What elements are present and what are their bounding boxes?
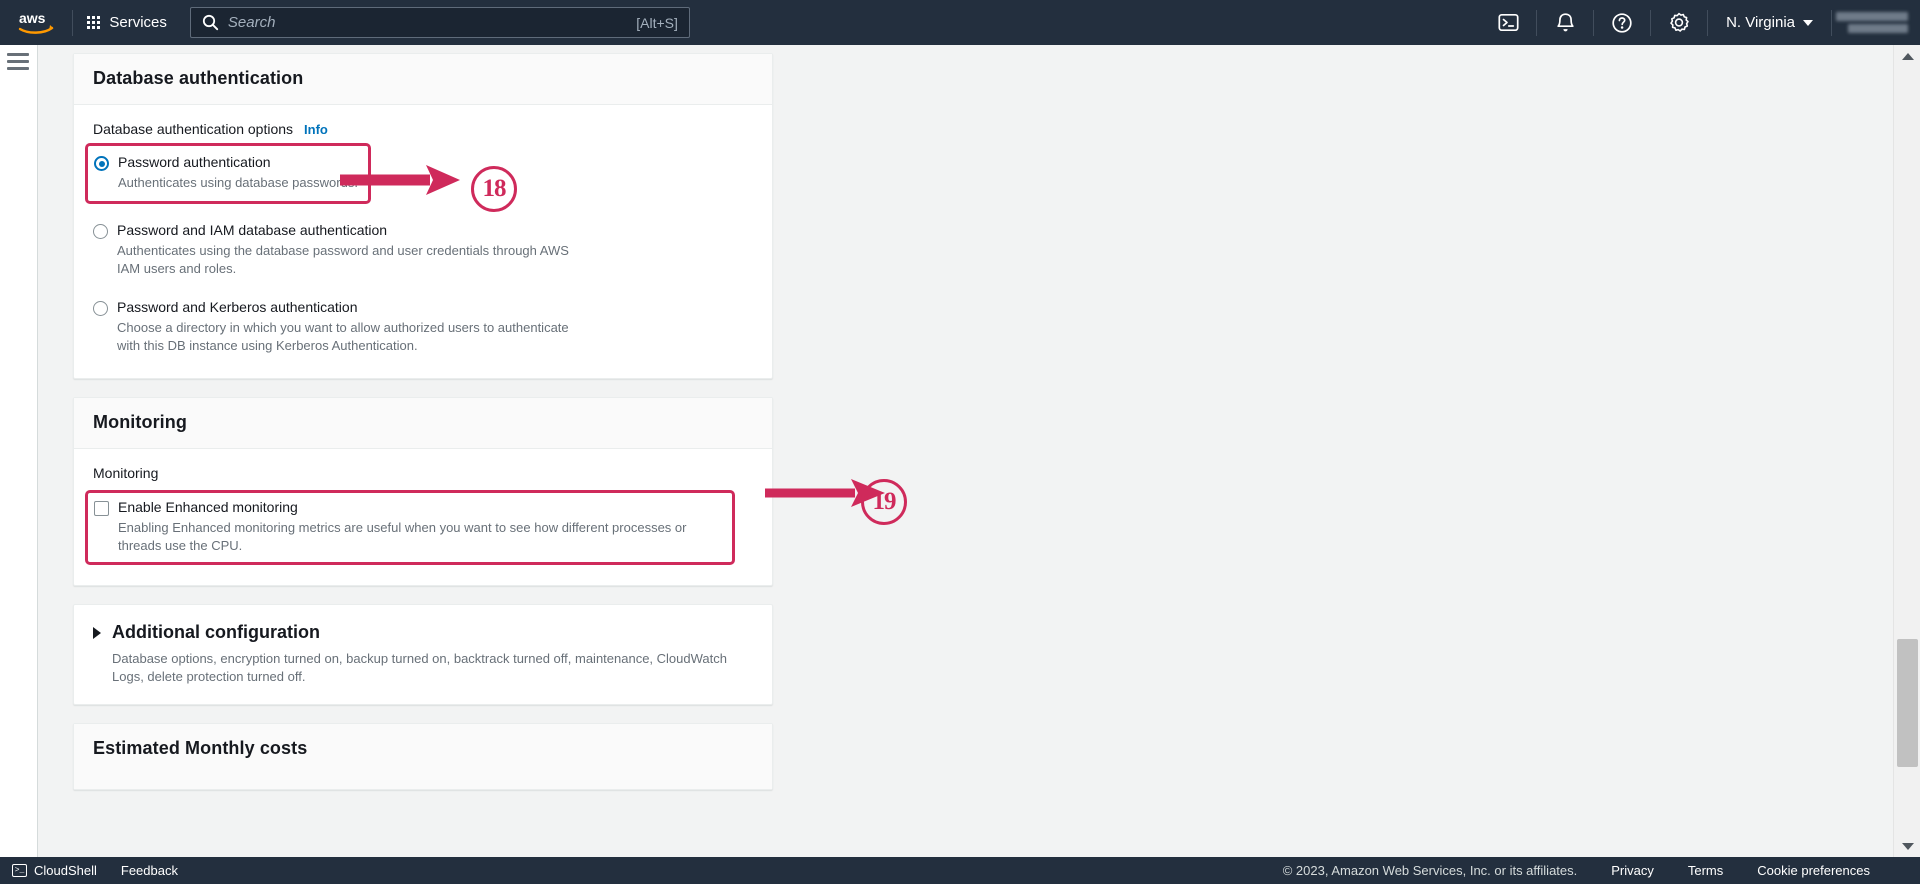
footer-feedback-label: Feedback	[120, 863, 178, 878]
radio-description-password-authentication: Authenticates using database passwords.	[118, 175, 358, 190]
radio-description-password-iam: Authenticates using the database passwor…	[117, 243, 569, 276]
radio-option-password-kerberos[interactable]: Password and Kerberos authentication Cho…	[93, 295, 753, 358]
estimated-monthly-costs-card: Estimated Monthly costs	[73, 723, 773, 790]
footer-link-cookie-preferences[interactable]: Cookie preferences	[1757, 863, 1870, 878]
monitoring-title: Monitoring	[93, 412, 187, 432]
gear-icon	[1670, 12, 1689, 32]
search-shortcut-hint: [Alt+S]	[636, 14, 678, 31]
radio-button[interactable]	[93, 224, 108, 239]
account-menu-button[interactable]	[1832, 0, 1920, 45]
footer-link-privacy[interactable]: Privacy	[1611, 863, 1654, 878]
services-menu-button[interactable]: Services	[73, 0, 181, 45]
database-authentication-title: Database authentication	[93, 68, 304, 88]
monitoring-sub-label: Monitoring	[93, 465, 159, 481]
footer-bar: >_ CloudShell Feedback © 2023, Amazon We…	[0, 857, 1920, 884]
radio-option-password-authentication[interactable]: Password authentication Authenticates us…	[94, 150, 358, 195]
additional-configuration-card[interactable]: Additional configuration Database option…	[73, 604, 773, 705]
chevron-right-icon	[93, 626, 101, 639]
annotation-arrow-19	[765, 479, 885, 507]
footer-copyright: © 2023, Amazon Web Services, Inc. or its…	[1282, 863, 1578, 878]
search-input[interactable]: Search [Alt+S]	[189, 7, 690, 38]
radio-button[interactable]	[93, 301, 108, 316]
aws-logo-icon: aws	[18, 10, 54, 34]
footer-left-group: >_ CloudShell Feedback	[0, 863, 178, 878]
nav-right-group: N. Virginia	[1480, 0, 1920, 45]
search-icon	[202, 14, 219, 31]
card-body: Database authentication options Info Pas…	[74, 105, 772, 378]
scroll-up-button[interactable]	[1894, 45, 1920, 67]
radio-button-selected[interactable]	[94, 156, 109, 171]
card-body: Monitoring Enable Enhanced monitoring En…	[74, 449, 772, 585]
scroll-down-button[interactable]	[1894, 835, 1920, 857]
footer-feedback-button[interactable]: Feedback	[121, 863, 178, 878]
scrollbar-thumb[interactable]	[1897, 639, 1918, 767]
search-placeholder-text: Search	[227, 14, 276, 31]
footer-cloudshell-label: CloudShell	[34, 863, 97, 878]
auth-options-label: Database authentication options	[93, 121, 294, 137]
cloudshell-button[interactable]	[1480, 0, 1536, 45]
radio-label-password-authentication: Password authentication	[118, 154, 271, 170]
additional-configuration-toggle[interactable]: Additional configuration	[93, 622, 753, 643]
additional-configuration-description: Database options, encryption turned on, …	[112, 651, 727, 684]
main-content-scroll-area: Database authentication Database authent…	[38, 45, 1893, 857]
top-navigation-bar: aws Services Search [Alt+S] N. Virginia	[0, 0, 1920, 45]
card-header: Estimated Monthly costs	[74, 724, 772, 789]
card-header: Monitoring	[74, 398, 772, 449]
settings-button[interactable]	[1651, 0, 1707, 45]
cloudshell-icon: >_	[12, 864, 27, 877]
help-icon	[1612, 12, 1632, 33]
radio-label-password-kerberos: Password and Kerberos authentication	[117, 299, 358, 315]
chevron-up-icon	[1901, 52, 1914, 60]
radio-label-password-iam: Password and IAM database authentication	[117, 222, 388, 238]
checkbox-enable-enhanced-monitoring[interactable]: Enable Enhanced monitoring Enabling Enha…	[94, 498, 724, 555]
checkbox-input[interactable]	[94, 501, 109, 516]
cloudshell-icon	[1498, 13, 1519, 32]
checkbox-label-enhanced-monitoring: Enable Enhanced monitoring	[118, 499, 298, 515]
notifications-button[interactable]	[1537, 0, 1593, 45]
aws-logo[interactable]: aws	[0, 0, 72, 45]
sidebar-toggle-button[interactable]	[7, 53, 29, 70]
bell-icon	[1556, 12, 1574, 31]
services-label: Services	[109, 14, 167, 31]
region-label: N. Virginia	[1726, 14, 1795, 31]
checkbox-description-enhanced-monitoring: Enabling Enhanced monitoring metrics are…	[118, 520, 687, 553]
vertical-scrollbar[interactable]	[1893, 45, 1920, 857]
region-selector[interactable]: N. Virginia	[1708, 0, 1831, 45]
left-rail	[0, 45, 38, 857]
highlight-box-password-authentication: Password authentication Authenticates us…	[85, 143, 371, 204]
card-body: Additional configuration Database option…	[74, 605, 772, 704]
annotation-marker-19: 19	[861, 479, 907, 525]
footer-link-terms[interactable]: Terms	[1688, 863, 1723, 878]
database-authentication-card: Database authentication Database authent…	[73, 53, 773, 379]
footer-right-group: © 2023, Amazon Web Services, Inc. or its…	[1283, 863, 1920, 878]
radio-option-password-iam[interactable]: Password and IAM database authentication…	[93, 218, 753, 281]
grid-icon	[87, 15, 101, 30]
auth-options-label-row: Database authentication options Info	[93, 121, 753, 137]
highlight-box-enhanced-monitoring: Enable Enhanced monitoring Enabling Enha…	[85, 490, 735, 565]
help-button[interactable]	[1594, 0, 1650, 45]
form-container: Database authentication Database authent…	[73, 53, 773, 808]
svg-text:aws: aws	[19, 10, 46, 26]
monitoring-card: Monitoring Monitoring Enable Enhanced mo…	[73, 397, 773, 586]
footer-cloudshell-button[interactable]: >_ CloudShell	[12, 863, 97, 878]
info-link[interactable]: Info	[304, 122, 328, 137]
chevron-down-icon	[1901, 842, 1914, 850]
chevron-down-icon	[1803, 19, 1813, 26]
radio-description-password-kerberos: Choose a directory in which you want to …	[117, 320, 569, 353]
additional-configuration-title: Additional configuration	[112, 622, 320, 642]
card-header: Database authentication	[74, 54, 772, 105]
estimated-monthly-costs-title: Estimated Monthly costs	[93, 738, 308, 758]
